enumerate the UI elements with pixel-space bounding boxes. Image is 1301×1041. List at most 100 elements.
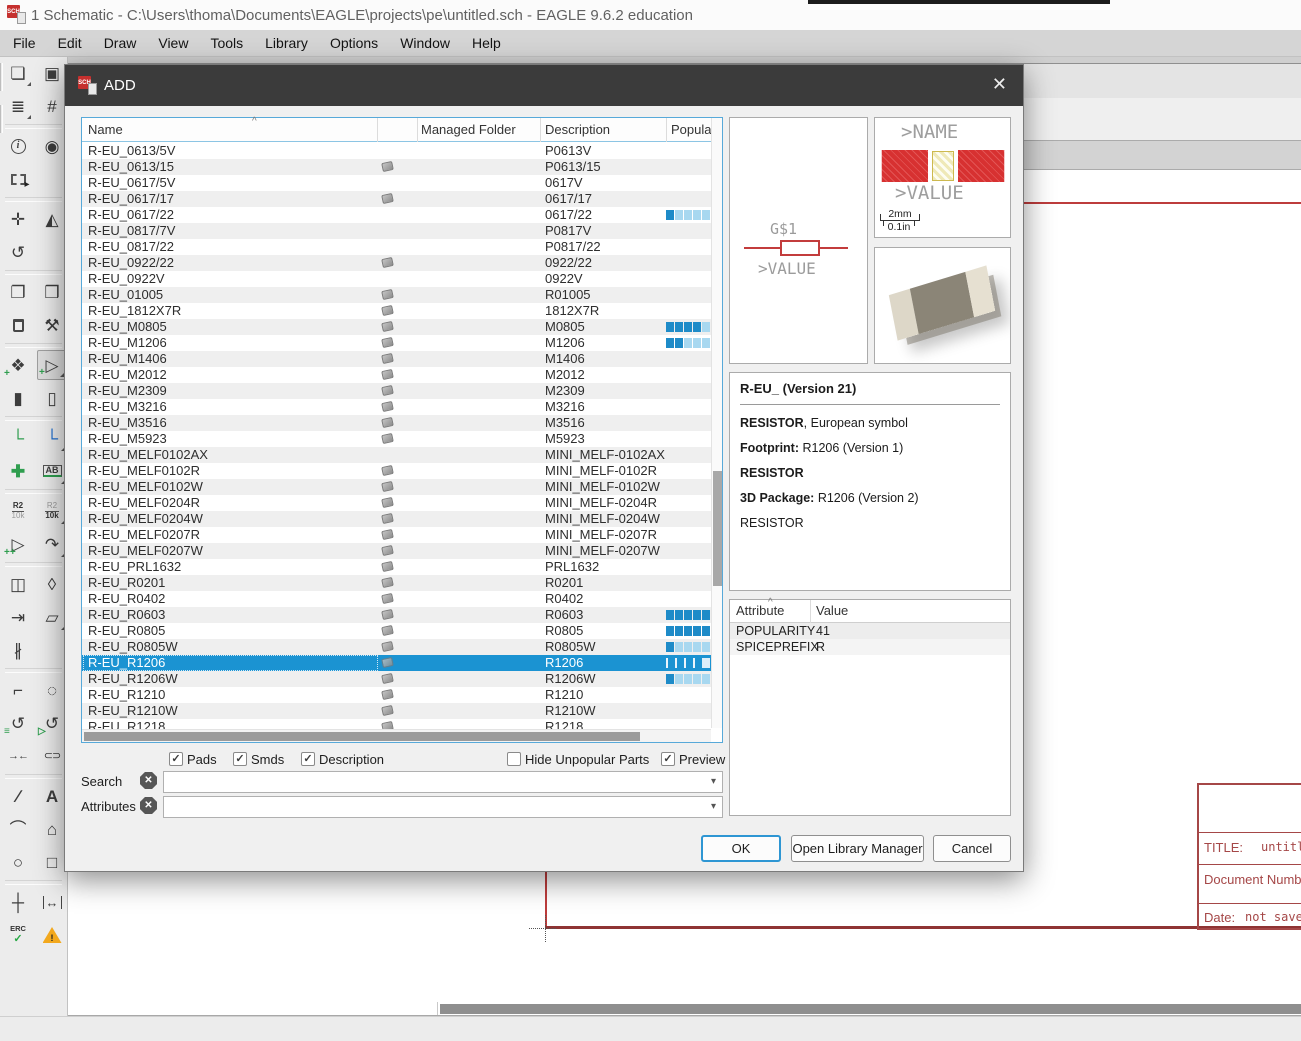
column-header-name[interactable]: Name <box>88 122 123 137</box>
junction-icon[interactable]: ✚ <box>3 456 33 486</box>
split-icon[interactable]: ∦ <box>3 635 33 665</box>
part-row[interactable]: R-EU_M3216M3216 <box>82 399 711 415</box>
close-icon[interactable]: ✕ <box>992 74 1007 95</box>
menu-edit[interactable]: Edit <box>47 30 93 57</box>
value-icon[interactable]: R210k <box>37 496 67 526</box>
part-row[interactable]: R-EU_R1210WR1210W <box>82 703 711 719</box>
eye-icon[interactable]: ◉ <box>37 131 67 161</box>
copy-icon[interactable]: ❐ <box>3 277 33 307</box>
part-row[interactable]: R-EU_MELF0204RMINI_MELF-0204R <box>82 495 711 511</box>
menu-window[interactable]: Window <box>389 30 461 57</box>
part-row[interactable]: R-EU_0922/220922/22 <box>82 255 711 271</box>
column-header-value[interactable]: Value <box>816 603 848 618</box>
menu-draw[interactable]: Draw <box>93 30 148 57</box>
menu-file[interactable]: File <box>2 30 47 57</box>
menu-view[interactable]: View <box>147 30 199 57</box>
part-row[interactable]: R-EU_0617/170617/17 <box>82 191 711 207</box>
parts-table-header[interactable]: Name ^ Managed Folder Description Popula <box>82 118 722 142</box>
part-row[interactable]: R-EU_MELF0204WMINI_MELF-0204W <box>82 511 711 527</box>
column-header-description[interactable]: Description <box>545 122 610 137</box>
rotate-icon[interactable]: ↺ <box>3 237 33 267</box>
part-row[interactable]: R-EU_0617/220617/22 <box>82 207 711 223</box>
part-row[interactable]: R-EU_01005R01005 <box>82 287 711 303</box>
column-header-popularity[interactable]: Popula <box>671 122 711 137</box>
open-file-icon[interactable]: ❏ <box>3 58 33 88</box>
parts-hscrollbar-thumb[interactable] <box>84 732 640 741</box>
attribute-tag-icon[interactable]: ◊ <box>37 569 67 599</box>
part-row[interactable]: R-EU_MELF0102AXMINI_MELF-0102AX <box>82 447 711 463</box>
delete-icon[interactable] <box>3 310 33 340</box>
polygon-icon[interactable]: ▱ <box>37 602 67 632</box>
attribute-row[interactable]: SPICEPREFIXR <box>730 639 1010 655</box>
part-row[interactable]: R-EU_MELF0207WMINI_MELF-0207W <box>82 543 711 559</box>
erc-icon[interactable]: ERC✓ <box>3 920 33 950</box>
join-icon[interactable]: →← <box>3 741 33 771</box>
menu-tools[interactable]: Tools <box>199 30 254 57</box>
parts-hscrollbar-track[interactable] <box>82 729 711 742</box>
part-row[interactable]: R-EU_M2012M2012 <box>82 367 711 383</box>
search-clear-icon[interactable]: ✕ <box>140 772 157 789</box>
part-row[interactable]: R-EU_R1210R1210 <box>82 687 711 703</box>
save-icon[interactable]: ▣ <box>37 58 67 88</box>
part-row[interactable]: R-EU_M2309M2309 <box>82 383 711 399</box>
parts-vscrollbar-track[interactable] <box>711 118 722 728</box>
part-row[interactable]: R-EU_M1206M1206 <box>82 335 711 351</box>
column-header-attribute[interactable]: Attribute <box>736 603 784 618</box>
layers-icon[interactable]: ≣ <box>3 91 33 121</box>
port-icon[interactable]: ⇥ <box>3 602 33 632</box>
part-row[interactable]: R-EU_R1206R1206 <box>82 655 711 671</box>
part-row[interactable]: R-EU_R0402R0402 <box>82 591 711 607</box>
component-filled-icon[interactable]: ▮ <box>3 383 33 413</box>
measure-icon[interactable]: ↔ <box>37 887 67 917</box>
smash-icon[interactable]: ◌ <box>37 675 67 705</box>
rect-icon[interactable]: □ <box>37 847 67 877</box>
part-row[interactable]: R-EU_1812X7R1812X7R <box>82 303 711 319</box>
part-row[interactable]: R-EU_0817/22P0817/22 <box>82 239 711 255</box>
checkbox-description[interactable]: ✓ <box>301 752 315 766</box>
mirror-icon[interactable]: ◭ <box>37 204 67 234</box>
part-row[interactable]: R-EU_0617/5V0617V <box>82 175 711 191</box>
attributes-input[interactable]: ▾ <box>163 796 723 818</box>
paste-icon[interactable]: ❒ <box>37 277 67 307</box>
paint-icon[interactable]: ⌐ <box>3 675 33 705</box>
open-library-manager-button[interactable]: Open Library Manager <box>791 835 924 862</box>
gate-connect-icon[interactable]: ⊂⊃ <box>37 741 67 771</box>
part-row[interactable]: R-EU_0613/15P0613/15 <box>82 159 711 175</box>
part-row[interactable]: R-EU_R1206WR1206W <box>82 671 711 687</box>
ok-button[interactable]: OK <box>701 835 781 862</box>
part-row[interactable]: R-EU_MELF0207RMINI_MELF-0207R <box>82 527 711 543</box>
replace-icon[interactable]: ↷ <box>37 529 67 559</box>
part-row[interactable]: R-EU_R0805R0805 <box>82 623 711 639</box>
part-row[interactable]: R-EU_R0603R0603 <box>82 607 711 623</box>
part-row[interactable]: R-EU_PRL1632PRL1632 <box>82 559 711 575</box>
dimension-icon[interactable]: ┼ <box>3 887 33 917</box>
menu-help[interactable]: Help <box>461 30 512 57</box>
invoke-icon[interactable]: ▷++ <box>3 529 33 559</box>
chevron-down-icon[interactable]: ▾ <box>711 776 716 787</box>
select-group-icon[interactable]: ▸ <box>3 164 33 194</box>
part-row[interactable]: R-EU_R1218R1218 <box>82 719 711 729</box>
circle-icon[interactable]: ○ <box>3 847 33 877</box>
bus-icon[interactable]: └ <box>37 423 67 453</box>
add-part-icon[interactable]: ❖+ <box>3 350 33 380</box>
change-wrench-icon[interactable]: ⚒ <box>37 310 67 340</box>
part-row[interactable]: R-EU_R0201R0201 <box>82 575 711 591</box>
menu-library[interactable]: Library <box>254 30 319 57</box>
checkbox-smds[interactable]: ✓ <box>233 752 247 766</box>
move-icon[interactable]: ✛ <box>3 204 33 234</box>
gateswap-icon[interactable]: ↺▷ <box>37 708 67 738</box>
checkbox-pads[interactable]: ✓ <box>169 752 183 766</box>
attribute-row[interactable]: POPULARITY41 <box>730 623 1010 639</box>
parts-vscrollbar-thumb[interactable] <box>713 471 722 586</box>
pinswap-icon[interactable]: ↺≡ <box>3 708 33 738</box>
ic-package-icon[interactable]: ◫ <box>3 569 33 599</box>
part-row[interactable]: R-EU_MELF0102WMINI_MELF-0102W <box>82 479 711 495</box>
part-row[interactable]: R-EU_M1406M1406 <box>82 351 711 367</box>
menu-options[interactable]: Options <box>319 30 389 57</box>
component-outline-icon[interactable]: ▯ <box>37 383 67 413</box>
checkbox-hide-unpopular-parts[interactable] <box>507 752 521 766</box>
add-gate-icon[interactable]: ▷+ <box>37 350 67 380</box>
attributes-clear-icon[interactable]: ✕ <box>140 797 157 814</box>
chevron-down-icon[interactable]: ▾ <box>711 801 716 812</box>
attribute-table-header[interactable]: Attribute ^ Value <box>730 600 1010 623</box>
